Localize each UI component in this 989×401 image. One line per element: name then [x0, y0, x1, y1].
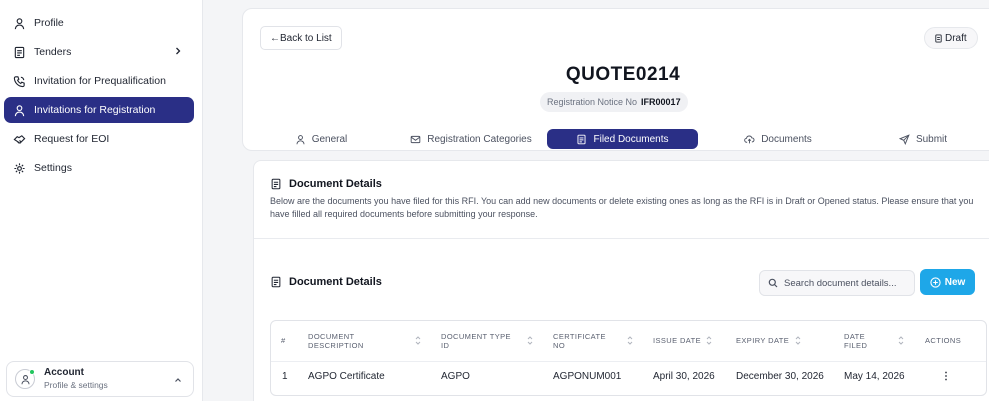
- search-icon: [768, 278, 778, 288]
- new-document-button[interactable]: New: [920, 269, 975, 295]
- tab-label: Filed Documents: [593, 133, 669, 145]
- row-actions-menu-icon[interactable]: ⋮: [941, 361, 951, 391]
- avatar: [15, 369, 35, 389]
- new-button-label: New: [944, 276, 966, 288]
- documents-table-title: Document Details: [270, 276, 382, 288]
- sidebar-item-label: Settings: [34, 162, 72, 174]
- sidebar-item-tenders[interactable]: Tenders: [4, 39, 194, 65]
- sidebar-item-label: Profile: [34, 17, 64, 29]
- section-title-text: Document Details: [289, 178, 382, 190]
- tab-general[interactable]: General: [261, 129, 381, 149]
- column-header: #: [281, 336, 286, 346]
- tab-submit[interactable]: Submit: [873, 129, 973, 149]
- tab-documents[interactable]: Documents: [713, 129, 843, 149]
- sidebar-item-label: Invitations for Registration: [34, 104, 156, 116]
- chevron-up-icon: [175, 378, 181, 382]
- search-container: [759, 270, 915, 296]
- sort-icon[interactable]: [527, 335, 533, 346]
- sidebar-item-eoi[interactable]: Request for EOI: [4, 126, 194, 152]
- document-icon: [12, 45, 26, 59]
- sidebar-item-label: Invitation for Prequalification: [34, 75, 166, 87]
- user-icon: [296, 134, 305, 144]
- table-cell-certificate-no: AGPONUM001: [553, 370, 622, 382]
- sidebar-item-prequalification[interactable]: Invitation for Prequalification: [4, 68, 194, 94]
- sidebar-item-profile[interactable]: Profile: [4, 10, 194, 36]
- divider: [254, 238, 989, 239]
- sidebar: Profile Tenders Invitation for Prequalif…: [0, 0, 203, 401]
- section-title: Document Details: [270, 178, 382, 190]
- file-icon: [271, 178, 281, 190]
- registration-notice-badge: Registration Notice No IFR00017: [540, 92, 688, 112]
- column-header[interactable]: ISSUE DATE: [653, 321, 708, 361]
- column-header: ACTIONS: [925, 336, 962, 346]
- quote-header-card: ←Back to List Draft QUOTE0214 Registrati…: [242, 8, 989, 151]
- tab-filed-documents[interactable]: Filed Documents: [547, 129, 698, 149]
- column-header[interactable]: DOCUMENT DESCRIPTION: [308, 321, 398, 361]
- back-to-list-button[interactable]: ←Back to List: [260, 26, 342, 50]
- user-icon: [20, 374, 30, 384]
- chevron-right-icon: [176, 47, 181, 55]
- file-icon: [577, 134, 586, 144]
- plus-circle-icon: [930, 276, 941, 288]
- column-header[interactable]: DATE FILED: [844, 321, 879, 361]
- document-icon: [935, 34, 942, 43]
- user-icon: [12, 16, 26, 30]
- documents-table: # DOCUMENT DESCRIPTION DOCUMENT TYPE ID …: [270, 320, 987, 396]
- sort-icon[interactable]: [627, 335, 633, 346]
- column-header[interactable]: CERTIFICATE NO: [553, 321, 613, 361]
- notice-value: IFR00017: [641, 97, 681, 107]
- sidebar-item-label: Request for EOI: [34, 133, 110, 145]
- sidebar-item-label: Tenders: [34, 46, 72, 58]
- page-title: QUOTE0214: [565, 64, 681, 85]
- table-cell-description: AGPO Certificate: [308, 370, 385, 382]
- account-menu[interactable]: Account Profile & settings: [6, 361, 194, 397]
- sort-icon[interactable]: [706, 335, 712, 346]
- user-icon: [12, 103, 26, 117]
- handshake-icon: [12, 132, 26, 146]
- mail-icon: [410, 135, 421, 143]
- table-cell-date-filed: May 14, 2026: [844, 370, 905, 382]
- sidebar-item-settings[interactable]: Settings: [4, 155, 194, 181]
- draft-status-label: Draft: [945, 32, 967, 44]
- search-input[interactable]: [784, 277, 914, 289]
- gear-icon: [12, 161, 26, 175]
- filed-documents-card: Document Details Below are the documents…: [253, 160, 989, 401]
- table-cell-issue-date: April 30, 2026: [653, 370, 715, 382]
- table-cell-expiry-date: December 30, 2026: [736, 370, 824, 382]
- tab-label: General: [311, 133, 348, 145]
- online-status-dot: [29, 369, 35, 375]
- cloud-upload-icon: [744, 135, 755, 143]
- sort-icon[interactable]: [795, 335, 801, 346]
- sidebar-item-registration[interactable]: Invitations for Registration: [4, 97, 194, 123]
- table-cell-index: 1: [282, 370, 288, 382]
- sort-icon[interactable]: [415, 335, 421, 346]
- table-cell-type-id: AGPO: [441, 370, 470, 382]
- notice-label: Registration Notice No: [547, 97, 638, 107]
- phone-icon: [12, 74, 26, 88]
- tab-registration-categories[interactable]: Registration Categories: [403, 129, 539, 149]
- send-icon: [898, 133, 910, 145]
- section-description: Below are the documents you have filed f…: [270, 196, 974, 220]
- sort-icon[interactable]: [898, 335, 904, 346]
- column-header[interactable]: DOCUMENT TYPE ID: [441, 321, 521, 361]
- tab-label: Submit: [915, 133, 948, 145]
- documents-table-title-text: Document Details: [289, 276, 382, 288]
- account-subtitle: Profile & settings: [44, 379, 108, 390]
- tab-label: Registration Categories: [427, 133, 532, 145]
- file-icon: [271, 276, 281, 288]
- tab-label: Documents: [761, 133, 812, 145]
- account-name: Account: [44, 367, 84, 379]
- column-header[interactable]: EXPIRY DATE: [736, 321, 796, 361]
- draft-status-button[interactable]: Draft: [924, 27, 978, 49]
